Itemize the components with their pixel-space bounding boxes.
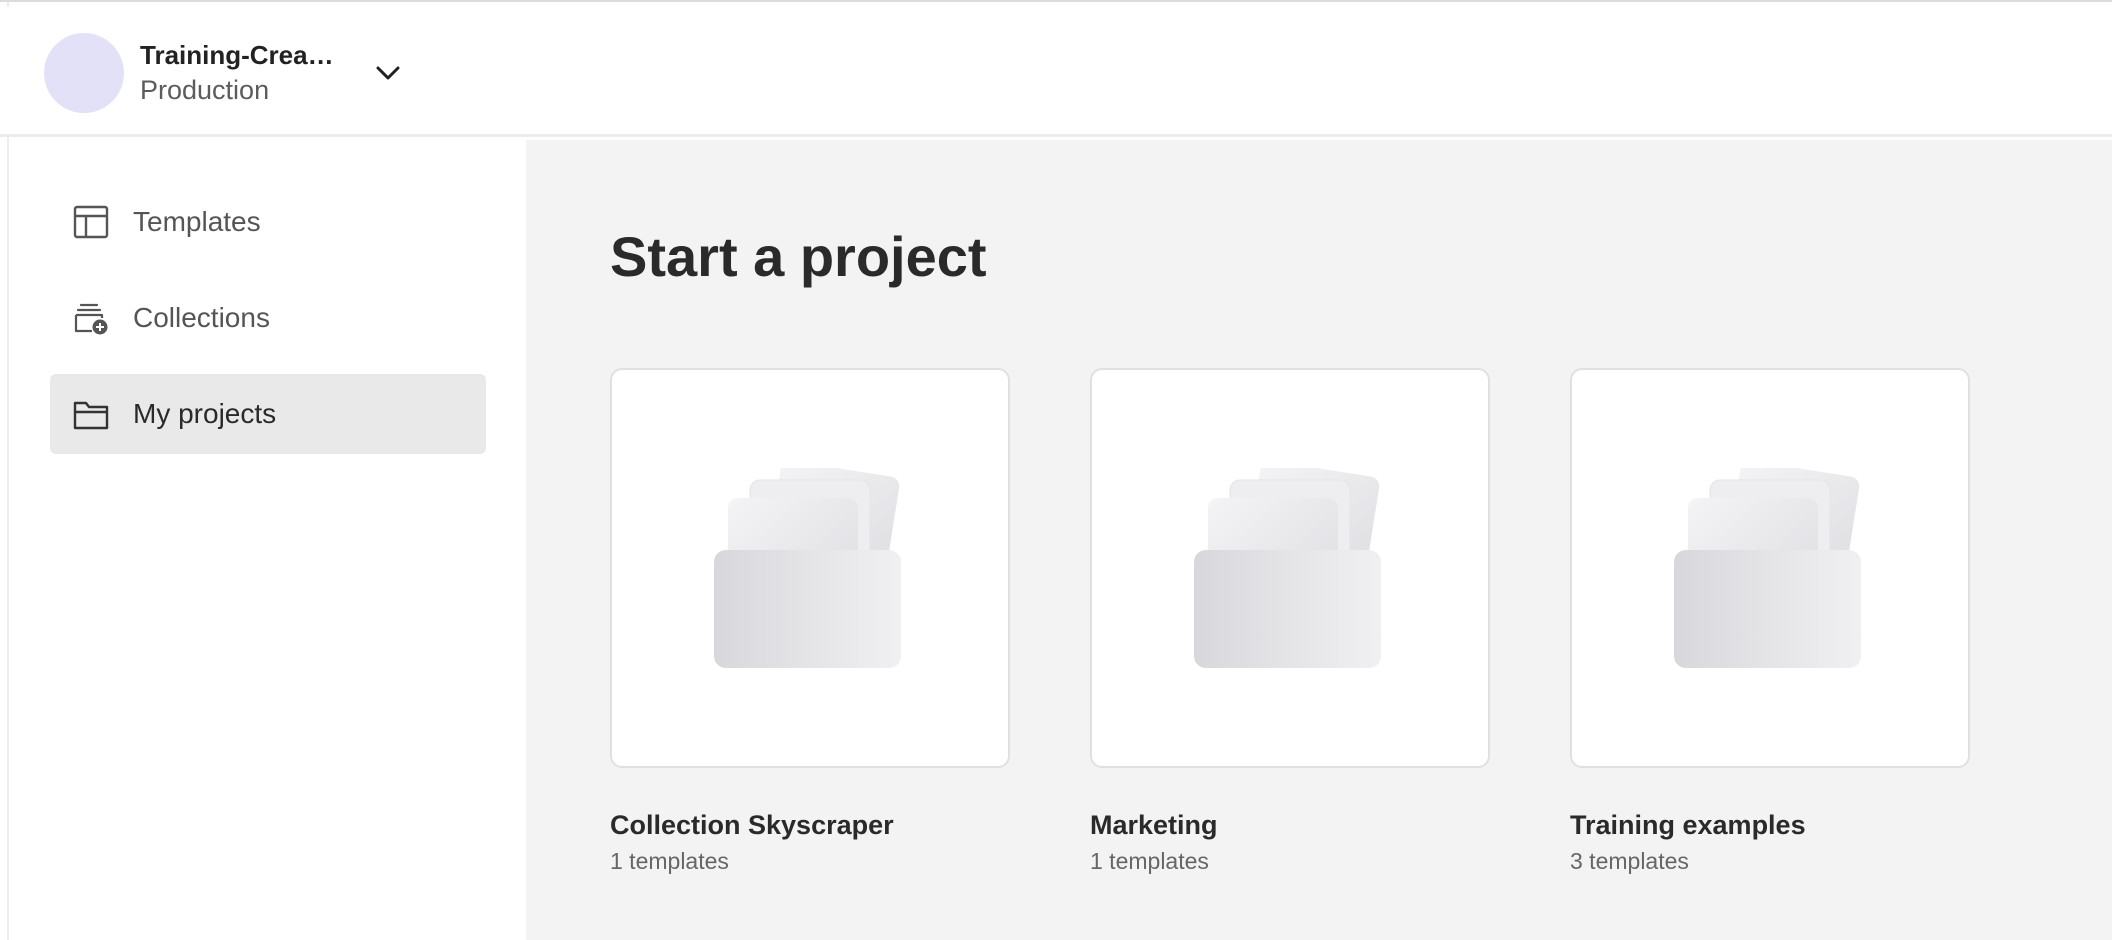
sidebar-item-templates[interactable]: Templates xyxy=(50,182,486,262)
sidebar-item-collections[interactable]: Collections xyxy=(50,278,486,358)
sidebar-item-label: Collections xyxy=(133,302,270,333)
workspace-switcher[interactable]: Training-Crea… Production xyxy=(44,33,424,113)
project-card-collection-skyscraper[interactable]: Collection Skyscraper 1 templates xyxy=(610,368,1010,876)
card-template-count: 3 templates xyxy=(1570,848,1689,874)
template-layout-icon xyxy=(73,205,109,239)
card-template-count: 1 templates xyxy=(610,848,729,874)
sidebar: Templates Collections My projects xyxy=(9,140,526,940)
sidebar-item-my-projects[interactable]: My projects xyxy=(50,374,486,454)
card-title: Marketing xyxy=(1090,810,1218,840)
project-card-training-examples[interactable]: Training examples 3 templates xyxy=(1570,368,1970,876)
folder-illustration-icon xyxy=(714,468,901,668)
card-title: Training examples xyxy=(1570,810,1806,840)
folder-illustration-icon xyxy=(1674,468,1861,668)
main-content: Start a project Collection Skyscraper 1 … xyxy=(526,140,2112,940)
card-thumbnail[interactable] xyxy=(1570,368,1970,768)
top-header: Training-Crea… Production xyxy=(0,7,2112,137)
page-title: Start a project xyxy=(610,225,987,288)
workspace-info: Training-Crea… Production xyxy=(140,38,340,108)
workspace-avatar xyxy=(44,33,124,113)
app-window: Training-Crea… Production Templates Coll… xyxy=(0,0,2112,940)
card-template-count: 1 templates xyxy=(1090,848,1209,874)
workspace-environment: Production xyxy=(140,75,270,105)
collections-add-icon xyxy=(74,303,108,335)
workspace-name: Training-Crea… xyxy=(140,40,334,70)
project-card-marketing[interactable]: Marketing 1 templates xyxy=(1090,368,1490,876)
card-thumbnail[interactable] xyxy=(1090,368,1490,768)
folder-icon xyxy=(73,401,109,430)
folder-illustration-icon xyxy=(1194,468,1381,668)
sidebar-item-label: My projects xyxy=(133,398,277,429)
chevron-down-icon[interactable] xyxy=(372,57,404,89)
card-title: Collection Skyscraper xyxy=(610,810,894,840)
sidebar-item-label: Templates xyxy=(133,206,261,237)
card-thumbnail[interactable] xyxy=(610,368,1010,768)
